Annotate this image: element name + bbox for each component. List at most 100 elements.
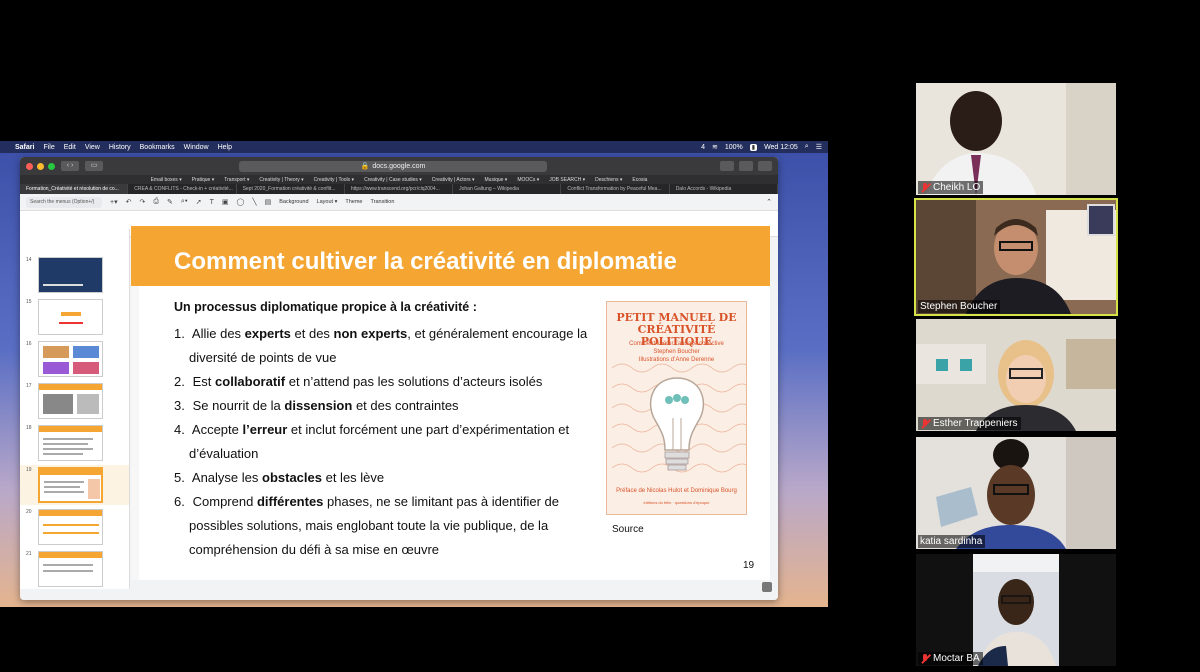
- line-icon[interactable]: ╲: [252, 198, 256, 206]
- slide-number: 14: [26, 257, 32, 263]
- horizontal-scrollbar[interactable]: [130, 588, 778, 594]
- item-number: 6.: [174, 494, 185, 509]
- menu-app[interactable]: Safari: [15, 144, 34, 151]
- participant-name: Moctar BA: [933, 653, 980, 664]
- control-center-icon[interactable]: ☰: [816, 143, 822, 151]
- slide-thumbnail[interactable]: 20: [20, 507, 129, 547]
- minimize-window-button[interactable]: [37, 162, 44, 170]
- bookmark-folder[interactable]: Creativity | Case studies ▾: [364, 177, 422, 183]
- browser-tab[interactable]: Johan Galtung – Wikipedia: [453, 184, 562, 194]
- browser-tab[interactable]: https://www.transcend.org/pcr/clq2004...: [345, 184, 454, 194]
- bookmark-folder[interactable]: MOOCs ▾: [517, 177, 539, 183]
- zoom-icon[interactable]: ⌕▾: [181, 198, 188, 206]
- transition-button[interactable]: Transition: [370, 199, 394, 205]
- theme-button[interactable]: Theme: [345, 199, 362, 205]
- menubar-clock[interactable]: Wed 12:05: [764, 144, 798, 151]
- menu-edit[interactable]: Edit: [64, 144, 76, 151]
- battery-icon[interactable]: ▮: [749, 143, 758, 151]
- menu-history[interactable]: History: [109, 144, 131, 151]
- background-button[interactable]: Background: [279, 199, 308, 205]
- image-icon[interactable]: ▣: [222, 198, 229, 206]
- menu-window[interactable]: Window: [184, 144, 209, 151]
- new-slide-icon[interactable]: +▾: [110, 198, 118, 206]
- explore-button[interactable]: [762, 582, 772, 592]
- text-box-icon[interactable]: T: [210, 199, 214, 206]
- item-bold: dissension: [284, 398, 353, 413]
- participant-name: Stephen Boucher: [920, 301, 998, 312]
- shape-icon[interactable]: ◯: [237, 198, 245, 206]
- participant-name-label: katia sardinha: [918, 535, 986, 548]
- mac-menubar: Safari File Edit View History Bookmarks …: [0, 141, 828, 153]
- item-bold: différentes: [256, 494, 324, 509]
- sidebar-toggle-button[interactable]: ▭: [85, 161, 103, 171]
- participant-tile[interactable]: Moctar BA: [916, 554, 1116, 666]
- participant-tile[interactable]: Esther Trappeniers: [916, 319, 1116, 431]
- slide-thumbnail[interactable]: 16: [20, 339, 129, 379]
- slide-thumbnail[interactable]: 14: [20, 255, 129, 295]
- source-link[interactable]: Source: [612, 524, 644, 535]
- layout-button[interactable]: Layout ▾: [317, 199, 338, 205]
- collapse-toolbar-icon[interactable]: ⌃: [766, 198, 772, 206]
- redo-icon[interactable]: ↷: [139, 198, 145, 206]
- undo-icon[interactable]: ↶: [126, 198, 132, 206]
- slide-thumbnail[interactable]: 15: [20, 297, 129, 337]
- slide-thumbnail[interactable]: 21: [20, 549, 129, 589]
- menu-search-input[interactable]: Search the menus (Option+/): [26, 196, 102, 208]
- participant-video: [916, 200, 1116, 314]
- browser-tab[interactable]: CREA & CONFLITS - Check-in + créativité.…: [128, 184, 237, 194]
- wifi-icon[interactable]: ≋: [712, 143, 718, 151]
- new-tab-button[interactable]: [739, 161, 753, 171]
- bookmark-folder[interactable]: Creativity | Actors ▾: [432, 177, 475, 183]
- print-icon[interactable]: ⎙: [153, 198, 159, 206]
- paint-format-icon[interactable]: ✎: [167, 198, 173, 206]
- menu-file[interactable]: File: [43, 144, 54, 151]
- list-item: 2. Est collaboratif et n’attend pas les …: [174, 370, 594, 394]
- address-bar[interactable]: 🔒 docs.google.com: [239, 160, 547, 172]
- item-number: 5.: [174, 470, 185, 485]
- bookmark-folder[interactable]: Deschiens ▾: [595, 177, 622, 183]
- bookmark-folder[interactable]: Email boxes ▾: [151, 177, 182, 183]
- menu-bookmarks[interactable]: Bookmarks: [140, 144, 175, 151]
- bookmark-folder[interactable]: Transport ▾: [224, 177, 249, 183]
- bookmark-folder[interactable]: Musique ▾: [485, 177, 508, 183]
- participant-tile[interactable]: katia sardinha: [916, 437, 1116, 549]
- menu-view[interactable]: View: [85, 144, 100, 151]
- slide-thumbnail[interactable]: 18: [20, 423, 129, 463]
- close-window-button[interactable]: [26, 162, 33, 170]
- comment-icon[interactable]: ▤: [265, 198, 272, 206]
- slide-canvas[interactable]: Comment cultiver la créativité en diplom…: [131, 226, 770, 580]
- share-button[interactable]: [720, 161, 734, 171]
- slide-thumbnail[interactable]: 17: [20, 381, 129, 421]
- zoom-window-button[interactable]: [48, 162, 55, 170]
- select-tool-icon[interactable]: ➚: [196, 198, 202, 206]
- back-forward-button[interactable]: ‹ ›: [61, 161, 79, 171]
- bookmark-folder[interactable]: Creativity | Tools ▾: [314, 177, 354, 183]
- participant-tile[interactable]: Cheikh LO: [916, 83, 1116, 195]
- slide-thumbnail-selected[interactable]: 19: [20, 465, 129, 505]
- bookmark-folder[interactable]: Pratique ▾: [192, 177, 215, 183]
- mic-muted-icon: [920, 182, 930, 193]
- item-text: Est: [192, 374, 216, 389]
- bookmark-folder[interactable]: JOB SEARCH ▾: [549, 177, 585, 183]
- browser-tab[interactable]: Conflict Transformation by Peaceful Mea.…: [561, 184, 670, 194]
- slide-subtitle: Un processus diplomatique propice à la c…: [174, 300, 477, 314]
- list-item: 3. Se nourrit de la dissension et des co…: [174, 394, 594, 418]
- tab-overview-button[interactable]: [758, 161, 772, 171]
- participant-name-label: Moctar BA: [918, 652, 983, 665]
- participant-video: [916, 83, 1116, 195]
- bookmark-link[interactable]: Ecosia: [632, 177, 647, 183]
- list-item: 5. Analyse les obstacles et les lève: [174, 466, 594, 490]
- browser-tab[interactable]: Dalo Accords - Wikipedia: [670, 184, 778, 194]
- browser-tab[interactable]: Sept 2020_Formation créativité & conflit…: [237, 184, 345, 194]
- participant-tile-active-speaker[interactable]: Stephen Boucher: [914, 198, 1118, 316]
- item-number: 3.: [174, 398, 185, 413]
- menu-help[interactable]: Help: [218, 144, 232, 151]
- bookmarks-bar: Email boxes ▾ Pratique ▾ Transport ▾ Cre…: [20, 175, 778, 184]
- participant-name: Cheikh LO: [933, 182, 981, 193]
- item-continuation: compréhension du défi à sa mise en œuvre: [189, 542, 440, 557]
- search-icon[interactable]: ⌕: [805, 143, 809, 151]
- browser-tab[interactable]: Formation_Créativité et résolution de co…: [20, 184, 129, 194]
- safari-titlebar: ‹ › ▭ 🔒 docs.google.com: [20, 157, 778, 175]
- bookmark-folder[interactable]: Creativity | Theory ▾: [259, 177, 303, 183]
- participant-video: [916, 554, 1116, 666]
